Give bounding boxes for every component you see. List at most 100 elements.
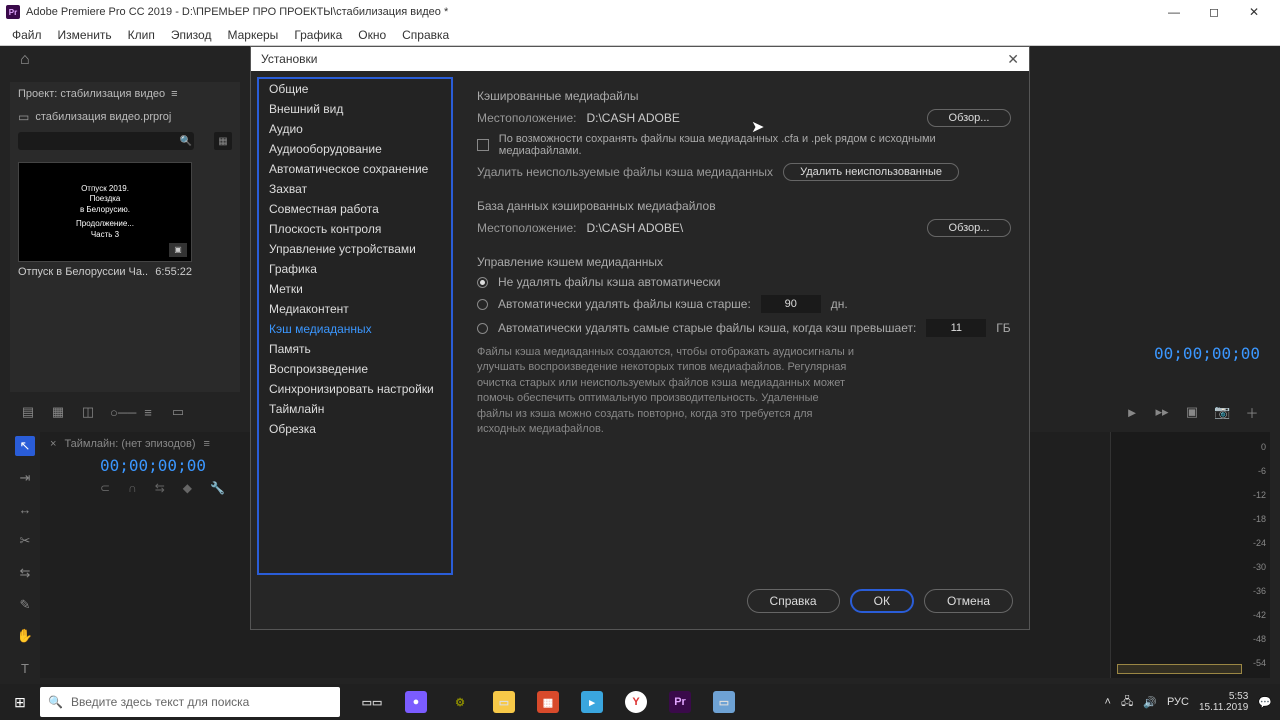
delete-unused-button[interactable]: Удалить неиспользованные: [783, 163, 959, 181]
pref-sidebar-item[interactable]: Память: [259, 339, 451, 359]
step-forward-icon[interactable]: ▸▸: [1154, 404, 1170, 420]
pref-sidebar-item[interactable]: Общие: [259, 79, 451, 99]
pen-tool[interactable]: ✎: [15, 595, 35, 615]
view-toggle-button[interactable]: ▦: [214, 132, 232, 150]
panel-menu-icon[interactable]: ≡: [171, 88, 177, 100]
preferences-content: Кэшированные медиафайлы Местоположение: …: [459, 71, 1029, 581]
window-title: Adobe Premiere Pro CC 2019 - D:\ПРЕМЬЕР …: [26, 6, 448, 18]
pref-sidebar-item[interactable]: Воспроизведение: [259, 359, 451, 379]
pref-sidebar-item[interactable]: Аудиооборудование: [259, 139, 451, 159]
start-button[interactable]: ⊞: [0, 694, 40, 711]
pref-sidebar-item[interactable]: Автоматическое сохранение: [259, 159, 451, 179]
magnet-icon[interactable]: ∩: [128, 481, 137, 495]
taskbar-app-4[interactable]: ▦: [528, 687, 568, 717]
premiere-taskbar-icon[interactable]: Pr: [660, 687, 700, 717]
sequence-badge-icon: ▣: [169, 243, 187, 257]
file-explorer-icon[interactable]: ▭: [484, 687, 524, 717]
project-item[interactable]: Отпуск 2019. Поездка в Белорусию. Продол…: [18, 162, 232, 278]
days-input[interactable]: [761, 295, 821, 313]
razor-tool[interactable]: ✂: [15, 531, 35, 551]
export-frame-icon[interactable]: ▣: [1184, 404, 1200, 420]
menu-sequence[interactable]: Эпизод: [163, 26, 220, 44]
section-cache-mgmt: Управление кэшем медиаданных: [477, 255, 1011, 269]
radio-delete-older[interactable]: [477, 299, 488, 310]
volume-icon[interactable]: 🔊: [1143, 696, 1157, 709]
pref-sidebar-item[interactable]: Графика: [259, 259, 451, 279]
network-icon[interactable]: 🖧: [1121, 693, 1133, 712]
menu-help[interactable]: Справка: [394, 26, 457, 44]
pref-sidebar-item[interactable]: Совместная работа: [259, 199, 451, 219]
camera-icon[interactable]: 📷: [1214, 404, 1230, 420]
close-window-button[interactable]: ✕: [1234, 1, 1274, 23]
marker-add-icon[interactable]: ◆: [183, 481, 192, 495]
taskbar-app-7[interactable]: ▭: [704, 687, 744, 717]
location-value-1: D:\CASH ADOBE: [586, 111, 679, 125]
maximize-button[interactable]: ◻: [1194, 1, 1234, 23]
taskbar-clock[interactable]: 5:53 15.11.2019: [1199, 691, 1248, 713]
pref-sidebar-item[interactable]: Управление устройствами: [259, 239, 451, 259]
list-view-icon[interactable]: ▤: [20, 404, 36, 420]
browse-button-2[interactable]: Обзор...: [927, 219, 1011, 237]
pref-sidebar-item[interactable]: Таймлайн: [259, 399, 451, 419]
windows-search[interactable]: 🔍 Введите здесь текст для поиска: [40, 687, 340, 717]
type-tool[interactable]: T: [15, 658, 35, 678]
dialog-close-button[interactable]: ✕: [1007, 51, 1019, 68]
radio-no-auto-delete[interactable]: [477, 277, 488, 288]
project-search-input[interactable]: [18, 132, 194, 150]
help-button[interactable]: Справка: [747, 589, 840, 613]
timeline-tab[interactable]: Таймлайн: (нет эпизодов): [64, 438, 195, 450]
radio3-label: Автоматически удалять самые старые файлы…: [498, 321, 916, 335]
menu-graphics[interactable]: Графика: [286, 26, 350, 44]
pref-sidebar-item[interactable]: Кэш медиаданных: [259, 319, 451, 339]
language-indicator[interactable]: РУС: [1167, 696, 1189, 708]
radio-delete-over-size[interactable]: [477, 323, 488, 334]
freeform-view-icon[interactable]: ◫: [80, 404, 96, 420]
task-view-icon[interactable]: ▭▭: [352, 687, 392, 717]
browser-icon[interactable]: Y: [616, 687, 656, 717]
search-icon: 🔍: [48, 695, 63, 709]
icon-view-icon[interactable]: ▦: [50, 404, 66, 420]
pref-sidebar-item[interactable]: Плоскость контроля: [259, 219, 451, 239]
pref-sidebar-item[interactable]: Аудио: [259, 119, 451, 139]
panel-menu-icon[interactable]: ≡: [204, 438, 210, 450]
new-bin-icon[interactable]: ▭: [170, 404, 186, 420]
menu-edit[interactable]: Изменить: [50, 26, 120, 44]
pref-sidebar-item[interactable]: Обрезка: [259, 419, 451, 439]
menu-file[interactable]: Файл: [4, 26, 50, 44]
play-button[interactable]: ►: [1124, 405, 1140, 420]
taskbar-app-2[interactable]: ⚙: [440, 687, 480, 717]
minimize-button[interactable]: —: [1154, 1, 1194, 23]
cancel-button[interactable]: Отмена: [924, 589, 1013, 613]
menu-window[interactable]: Окно: [350, 26, 394, 44]
link-icon[interactable]: ⇆: [155, 481, 165, 495]
taskbar-app-1[interactable]: ●: [396, 687, 436, 717]
snap-icon[interactable]: ⊂: [100, 481, 110, 495]
menu-markers[interactable]: Маркеры: [219, 26, 286, 44]
plus-icon[interactable]: ＋: [1244, 403, 1260, 422]
ok-button[interactable]: ОК: [850, 589, 914, 613]
pref-sidebar-item[interactable]: Захват: [259, 179, 451, 199]
taskbar-app-5[interactable]: ▸: [572, 687, 612, 717]
ripple-edit-tool[interactable]: ↔: [15, 500, 35, 520]
close-tab-icon[interactable]: ×: [50, 438, 56, 450]
menu-clip[interactable]: Клип: [120, 26, 163, 44]
size-input[interactable]: [926, 319, 986, 337]
pref-sidebar-item[interactable]: Медиаконтент: [259, 299, 451, 319]
selection-tool[interactable]: ↖: [15, 436, 35, 456]
browse-button-1[interactable]: Обзор...: [927, 109, 1011, 127]
pref-sidebar-item[interactable]: Внешний вид: [259, 99, 451, 119]
sort-icon[interactable]: ≡: [140, 405, 156, 420]
notifications-icon[interactable]: 💬: [1258, 696, 1272, 709]
windows-taskbar: ⊞ 🔍 Введите здесь текст для поиска ▭▭ ● …: [0, 684, 1280, 720]
tray-chevron-icon[interactable]: ˄: [1105, 696, 1111, 708]
project-panel-tab[interactable]: Проект: стабилизация видео: [18, 88, 165, 100]
pref-sidebar-item[interactable]: Синхронизировать настройки: [259, 379, 451, 399]
wrench-icon[interactable]: 🔧: [210, 481, 225, 495]
save-next-to-source-checkbox[interactable]: [477, 139, 489, 151]
hand-tool[interactable]: ✋: [15, 627, 35, 647]
track-select-tool[interactable]: ⇥: [15, 468, 35, 488]
zoom-slider-icon[interactable]: ○──: [110, 405, 126, 420]
home-icon[interactable]: ⌂: [20, 51, 30, 69]
slip-tool[interactable]: ⇆: [15, 563, 35, 583]
pref-sidebar-item[interactable]: Метки: [259, 279, 451, 299]
